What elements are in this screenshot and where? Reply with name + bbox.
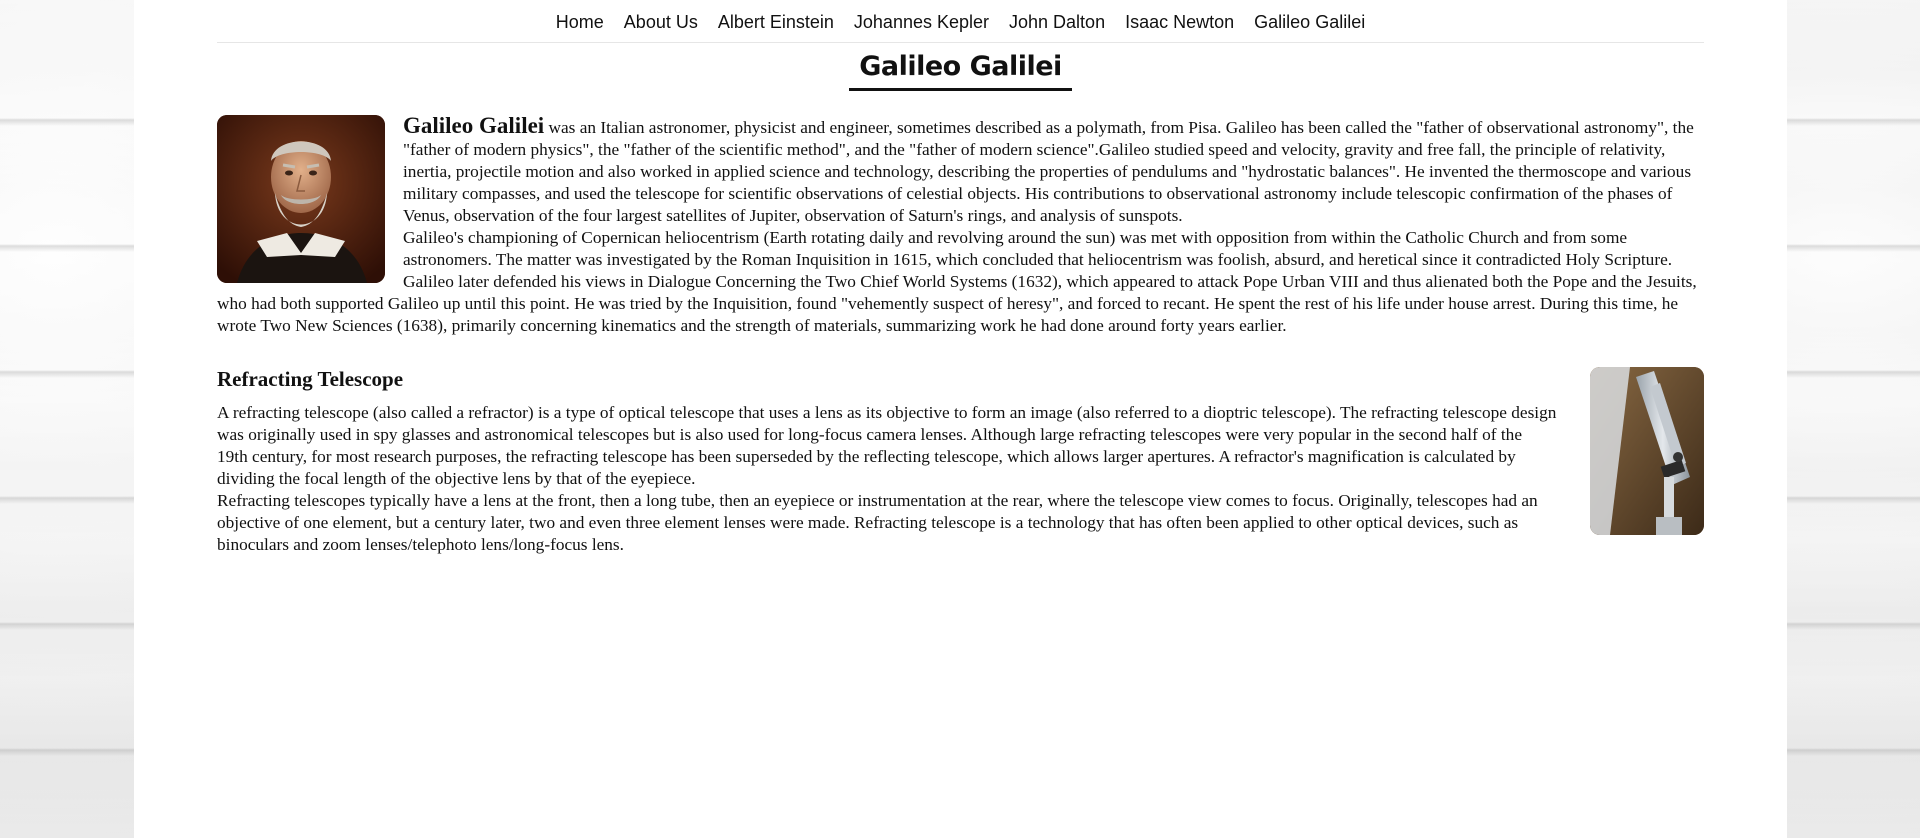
bio-paragraph-3: Galileo later defended his views in Dial… [217,272,1697,335]
nav-link-about-us[interactable]: About Us [624,12,698,33]
telescope-heading: Refracting Telescope [217,367,404,391]
title-wrapper: Galileo Galilei [217,51,1704,91]
galileo-portrait-image [217,115,385,283]
bio-intro-text: was an Italian astronomer, physicist and… [403,118,1694,225]
page-title: Galileo Galilei [849,51,1072,91]
content-wrapper: Home About Us Albert Einstein Johannes K… [217,0,1704,556]
nav-link-galileo-galilei[interactable]: Galileo Galilei [1254,12,1365,33]
nav-link-john-dalton[interactable]: John Dalton [1009,12,1105,33]
telescope-paragraph-2: Refracting telescopes typically have a l… [217,491,1538,554]
telescope-paragraph-1: A refracting telescope (also called a re… [217,403,1557,488]
refracting-telescope-image [1590,367,1704,535]
top-nav: Home About Us Albert Einstein Johannes K… [217,0,1704,43]
bio-paragraph-2: Galileo's championing of Copernican heli… [403,228,1673,269]
telescope-section: Refracting Telescope A refracting telesc… [217,367,1704,556]
page-container: Home About Us Albert Einstein Johannes K… [134,0,1787,838]
brick-wall-background-right [1787,0,1920,838]
nav-link-isaac-newton[interactable]: Isaac Newton [1125,12,1234,33]
brick-wall-background-left [0,0,134,838]
bio-name: Galileo Galilei [403,113,545,138]
nav-link-albert-einstein[interactable]: Albert Einstein [718,12,834,33]
bio-intro-paragraph: Galileo Galilei was an Italian astronome… [217,113,1704,227]
telescope-text: A refracting telescope (also called a re… [217,402,1557,556]
nav-link-home[interactable]: Home [556,12,604,33]
bio-section: Galileo Galilei was an Italian astronome… [217,113,1704,337]
nav-link-johannes-kepler[interactable]: Johannes Kepler [854,12,989,33]
